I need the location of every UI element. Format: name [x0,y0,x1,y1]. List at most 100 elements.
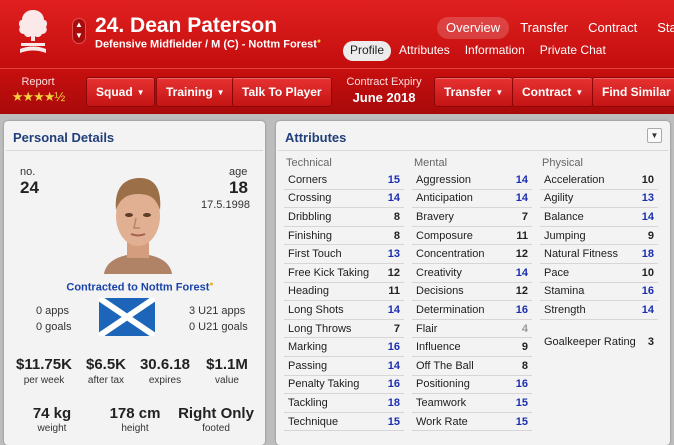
attribute-value: 7 [393,322,400,335]
attribute-name: Determination [416,303,485,316]
attribute-row[interactable]: Teamwork 15 [412,394,532,413]
contract-status-link[interactable]: Contracted to Nottm Forest● [40,281,240,294]
physical-heading: Physical [542,157,583,169]
attribute-value: 15 [515,396,528,409]
attributes-menu-button[interactable]: ▼ [647,128,662,143]
contract-button[interactable]: Contract ▼ [512,77,594,107]
tab-transfer[interactable]: Transfer [511,17,577,39]
attribute-name: Marking [288,341,328,354]
attribute-row[interactable]: Balance 14 [540,208,658,227]
attribute-row[interactable]: Off The Ball 8 [412,357,532,376]
date-of-birth: 17.5.1998 [201,199,250,211]
attribute-name: Flair [416,322,438,335]
attribute-row[interactable]: Agility 13 [540,190,658,209]
attribute-row[interactable]: Heading 11 [284,283,404,302]
attribute-row[interactable]: Pace 10 [540,264,658,283]
weight-value: 74 kg [32,405,72,422]
attribute-row[interactable]: Passing 14 [284,357,404,376]
subtab-attributes[interactable]: Attributes [392,41,457,61]
attribute-row[interactable]: Positioning 16 [412,376,532,395]
attribute-row[interactable]: Flair 4 [412,320,532,339]
training-button[interactable]: Training ▼ [156,77,235,107]
player-toolbar: Report ★★★★½ Squad ▼ Training ▼ Talk To Pl… [0,68,674,114]
attribute-row[interactable]: Marking 16 [284,338,404,357]
attribute-row[interactable]: Work Rate 15 [412,413,532,432]
tab-stats[interactable]: Stats [648,17,674,39]
attribute-name: Teamwork [416,396,467,409]
attribute-row[interactable]: Anticipation 14 [412,190,532,209]
attribute-name: Aggression [416,173,472,186]
tab-overview[interactable]: Overview [437,17,510,39]
attribute-row[interactable]: Creativity 14 [412,264,532,283]
attribute-value: 11 [516,229,528,242]
attribute-row[interactable]: Dribbling 8 [284,208,404,227]
subtab-profile[interactable]: Profile [343,41,392,61]
attribute-value: 9 [647,229,654,242]
attribute-value: 12 [515,248,528,261]
goalkeeper-rating-row[interactable]: Goalkeeper Rating 3 [540,333,658,352]
player-stepper[interactable]: ▲ ▼ [72,18,86,44]
player-face-icon [98,168,178,274]
scout-report[interactable]: Report ★★★★½ [8,76,68,105]
attribute-row[interactable]: Technique 15 [284,413,404,432]
attribute-value: 11 [388,285,400,298]
attribute-row[interactable]: Composure 11 [412,227,532,246]
attribute-row[interactable]: Penalty Taking 16 [284,376,404,395]
attribute-value: 14 [515,173,528,186]
squad-number: 24 [20,178,39,197]
technical-list: Corners 15 Crossing 14 Dribbling 8 Finishing 8 F… [284,171,404,432]
chevron-down-icon: ▼ [216,87,225,97]
subtab-information[interactable]: Information [458,41,532,61]
attribute-name: Creativity [416,266,462,279]
previous-player-icon[interactable]: ▲ [73,19,85,30]
mental-list: Aggression 14 Anticipation 14 Bravery 7 Compos… [412,171,532,432]
attribute-row[interactable]: Concentration 12 [412,245,532,264]
attribute-row[interactable]: First Touch 13 [284,245,404,264]
report-label: Report [21,76,55,88]
attribute-row[interactable]: Jumping 9 [540,227,658,246]
sub-tab-bar: Profile Attributes Information Private C… [343,41,614,61]
attribute-row[interactable]: Natural Fitness 18 [540,245,658,264]
attribute-row[interactable]: Stamina 16 [540,283,658,302]
attributes-title: Attributes [285,130,347,145]
subtab-private-chat[interactable]: Private Chat [533,41,613,61]
attribute-row[interactable]: Bravery 7 [412,208,532,227]
transfer-button[interactable]: Transfer ▼ [434,77,514,107]
attribute-value: 12 [387,266,400,279]
attribute-row[interactable]: Finishing 8 [284,227,404,246]
attribute-row[interactable]: Corners 15 [284,171,404,190]
height-value: 178 cm [109,405,161,422]
attribute-value: 14 [387,192,400,205]
attribute-row[interactable]: Strength 14 [540,301,658,320]
mental-heading: Mental [414,157,448,169]
attribute-row[interactable]: Aggression 14 [412,171,532,190]
market-value-label: value [215,375,239,386]
attribute-row[interactable]: Long Shots 14 [284,301,404,320]
squad-button[interactable]: Squad ▼ [86,77,155,107]
attribute-row[interactable]: Tackling 18 [284,394,404,413]
contract-expiry-date: June 2018 [352,90,416,105]
age-label: age [229,166,248,178]
attribute-value: 8 [393,229,400,242]
find-similar-button[interactable]: Find Similar P [592,77,674,107]
attribute-value: 14 [641,210,654,223]
attribute-value: 13 [641,192,654,205]
attribute-row[interactable]: Free Kick Taking 12 [284,264,404,283]
attribute-row[interactable]: Long Throws 7 [284,320,404,339]
attribute-row[interactable]: Acceleration 10 [540,171,658,190]
attribute-name: Work Rate [416,415,468,428]
attribute-row[interactable]: Influence 9 [412,338,532,357]
attribute-row[interactable]: Crossing 14 [284,190,404,209]
attribute-row[interactable]: Determination 16 [412,301,532,320]
next-player-icon[interactable]: ▼ [73,30,85,41]
attribute-name: Agility [544,192,574,205]
talk-to-player-button[interactable]: Talk To Player [232,77,332,107]
attribute-name: Crossing [288,192,332,205]
tab-contract[interactable]: Contract [579,17,646,39]
attribute-value: 15 [387,415,400,428]
attribute-name: Finishing [288,229,333,242]
attribute-name: Acceleration [544,173,605,186]
top-tab-bar: Overview Transfer Contract Stats [437,17,674,39]
attribute-row[interactable]: Decisions 12 [412,283,532,302]
contract-button-label: Contract [522,85,572,99]
